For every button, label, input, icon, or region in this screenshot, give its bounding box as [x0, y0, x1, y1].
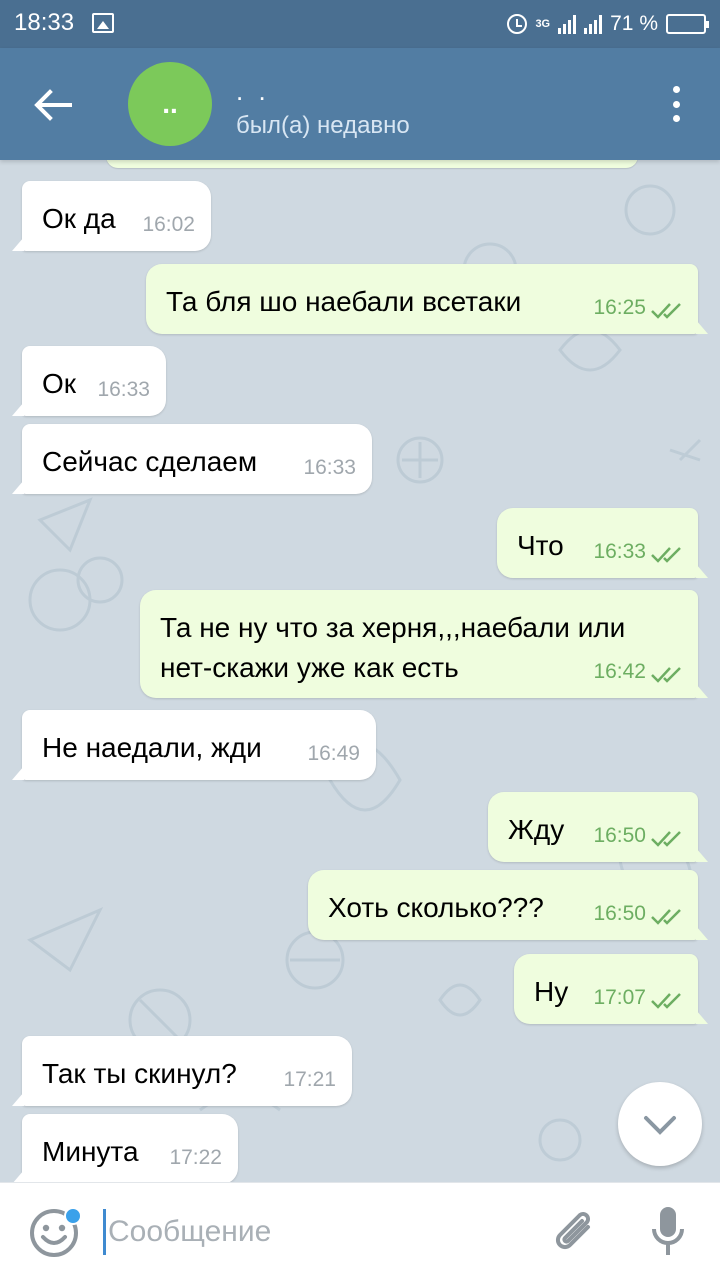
- outgoing-message[interactable]: Ну 17:07: [514, 954, 708, 1024]
- double-check-icon: [651, 831, 681, 847]
- message-list[interactable]: Ок да 16:02 Та бля шо наебали всетаки 16:25…: [0, 160, 720, 1182]
- outgoing-message[interactable]: Та бля шо наебали всетаки 16:25: [146, 264, 708, 334]
- status-bar: 18:33 3G 71 %: [0, 0, 720, 48]
- outgoing-message[interactable]: Что 16:33: [497, 508, 708, 578]
- message-text: Ну: [534, 976, 569, 1007]
- signal-icon: [558, 14, 577, 34]
- message-time: 16:50: [593, 824, 646, 847]
- message-text: Та не ну что за херня,,,наебали или нет-…: [160, 612, 626, 683]
- message-text: Сейчас сделаем: [42, 446, 258, 477]
- network-type: 3G: [535, 17, 551, 30]
- scroll-down-button[interactable]: [618, 1082, 702, 1166]
- message-text: Жду: [508, 814, 565, 845]
- message-text: Ок: [42, 368, 77, 399]
- message-time: 16:33: [97, 378, 150, 401]
- text-cursor: [103, 1209, 106, 1255]
- outgoing-message[interactable]: Та не ну что за херня,,,наебали или нет-…: [140, 590, 708, 698]
- double-check-icon: [651, 667, 681, 683]
- message-text: Та бля шо наебали всетаки: [166, 286, 522, 317]
- outgoing-message[interactable]: Жду 16:50: [488, 792, 708, 862]
- message-time: 16:33: [593, 540, 646, 563]
- message-time: 16:49: [307, 742, 360, 765]
- message-text: Не наедали, жди: [42, 732, 262, 763]
- outgoing-message[interactable]: Хоть сколько??? 16:50: [308, 870, 708, 940]
- message-composer: [0, 1182, 720, 1280]
- signal-icon-2: [584, 14, 603, 34]
- message-text: Ок да: [42, 203, 116, 234]
- alarm-icon: [507, 14, 528, 34]
- back-arrow-icon[interactable]: [30, 82, 76, 128]
- microphone-icon[interactable]: [650, 1205, 686, 1259]
- message-time: 17:22: [169, 1146, 222, 1169]
- paperclip-icon[interactable]: [552, 1207, 600, 1259]
- contact-name[interactable]: . .: [236, 76, 270, 107]
- incoming-message[interactable]: Сейчас сделаем 16:33: [12, 424, 372, 494]
- message-time: 17:07: [593, 986, 646, 1009]
- emoji-notification-dot: [64, 1207, 82, 1225]
- status-time: 18:33: [14, 9, 75, 36]
- double-check-icon: [651, 547, 681, 563]
- incoming-message[interactable]: Не наедали, жди 16:49: [12, 710, 376, 780]
- battery-icon: [666, 14, 709, 34]
- message-text: Минута: [42, 1136, 139, 1167]
- status-indicators: 3G 71 %: [507, 10, 709, 38]
- message-time: 16:33: [303, 456, 356, 479]
- message-time: 16:50: [593, 902, 646, 925]
- incoming-message[interactable]: Ок да 16:02: [12, 181, 211, 251]
- double-check-icon: [651, 993, 681, 1009]
- more-vertical-icon[interactable]: [670, 86, 682, 122]
- incoming-message[interactable]: Ок 16:33: [12, 346, 166, 416]
- message-text: Хоть сколько???: [328, 892, 544, 923]
- battery-percent: 71 %: [610, 12, 658, 35]
- message-text: Что: [517, 530, 564, 561]
- message-input[interactable]: [108, 1209, 528, 1255]
- image-notification-icon: [92, 13, 114, 33]
- message-time: 16:42: [593, 660, 646, 683]
- chat-header: .. . . был(а) недавно: [0, 48, 720, 160]
- message-text: Так ты скинул?: [42, 1058, 237, 1089]
- message-time: 16:25: [593, 296, 646, 319]
- incoming-message[interactable]: Минута 17:22: [12, 1114, 238, 1182]
- double-check-icon: [651, 303, 681, 319]
- previous-message-bubble: [106, 160, 638, 168]
- message-time: 17:21: [283, 1068, 336, 1091]
- double-check-icon: [651, 909, 681, 925]
- incoming-message[interactable]: Так ты скинул? 17:21: [12, 1036, 352, 1106]
- contact-avatar[interactable]: ..: [128, 62, 212, 146]
- contact-last-seen: был(а) недавно: [236, 112, 410, 139]
- message-time: 16:02: [142, 213, 195, 236]
